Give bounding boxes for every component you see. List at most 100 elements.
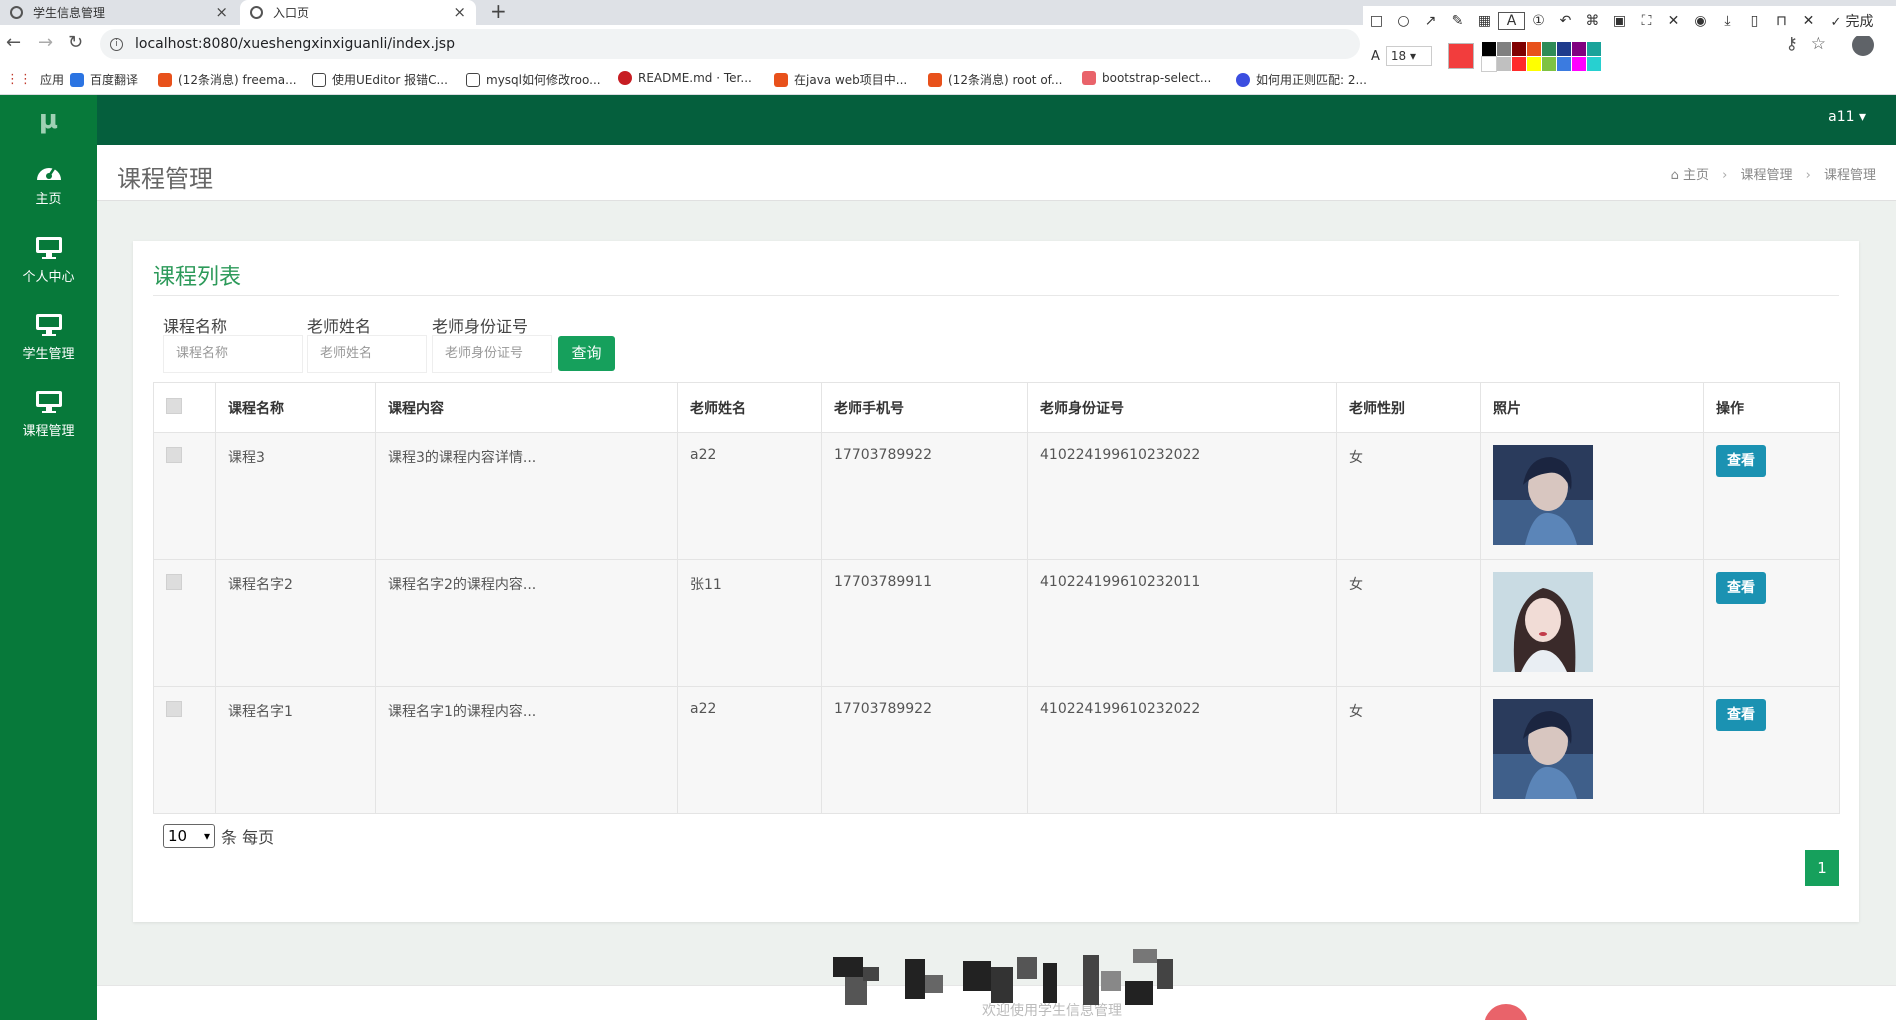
color-swatch[interactable] bbox=[1511, 41, 1526, 56]
column-header: 老师姓名 bbox=[677, 382, 822, 433]
reload-icon[interactable]: ↻ bbox=[68, 32, 83, 53]
record-icon[interactable]: ◉ bbox=[1687, 13, 1714, 29]
close-icon[interactable]: × bbox=[215, 3, 228, 21]
text-tool-icon[interactable]: A bbox=[1498, 12, 1525, 30]
teacher-photo[interactable] bbox=[1493, 572, 1593, 672]
sidebar-item-student-management[interactable]: 学生管理 bbox=[0, 299, 97, 376]
color-swatch[interactable] bbox=[1526, 41, 1541, 56]
teacher-id-input[interactable]: 老师身份证号 bbox=[432, 335, 552, 373]
rectangle-tool-icon[interactable]: □ bbox=[1363, 13, 1390, 29]
teacher-name-input[interactable]: 老师姓名 bbox=[307, 335, 427, 373]
app-logo[interactable]: μ bbox=[0, 95, 97, 145]
teacher-photo[interactable] bbox=[1493, 699, 1593, 799]
close-icon[interactable]: × bbox=[453, 3, 466, 21]
pin-icon[interactable]: ⌘ bbox=[1579, 13, 1606, 29]
color-swatch[interactable] bbox=[1541, 41, 1556, 56]
color-swatch[interactable] bbox=[1541, 56, 1556, 71]
color-swatch[interactable] bbox=[1571, 56, 1586, 71]
color-swatch[interactable] bbox=[1481, 41, 1496, 56]
bookmark-label: 使用UEditor 报错C... bbox=[332, 73, 448, 87]
color-swatch[interactable] bbox=[1496, 41, 1511, 56]
url-field[interactable]: i localhost:8080/xueshengxinxiguanli/ind… bbox=[100, 29, 1360, 59]
ocr-icon[interactable]: ▣ bbox=[1606, 13, 1633, 29]
color-swatch[interactable] bbox=[1526, 56, 1541, 71]
sidebar-item-home[interactable]: 主页 bbox=[0, 145, 97, 222]
query-button[interactable]: 查询 bbox=[558, 336, 615, 371]
undo-icon[interactable]: ↶ bbox=[1552, 13, 1579, 29]
sidebar-item-course-management[interactable]: 课程管理 bbox=[0, 376, 97, 453]
course-name-input[interactable]: 课程名称 bbox=[163, 335, 303, 373]
bookmark-apps[interactable]: ⋮⋮ 应用 bbox=[6, 71, 64, 88]
browser-tab-entry[interactable]: 入口页 × bbox=[240, 0, 476, 25]
snip-text-options: A 18 ▾ bbox=[1363, 40, 1613, 72]
new-tab-button[interactable]: + bbox=[490, 0, 507, 22]
arrow-tool-icon[interactable]: ↗ bbox=[1417, 13, 1444, 29]
gitee-icon bbox=[618, 71, 632, 85]
teacher-photo[interactable] bbox=[1493, 445, 1593, 545]
bookmark-label: 百度翻译 bbox=[90, 73, 139, 87]
color-swatch[interactable] bbox=[1511, 56, 1526, 71]
bookmark-label: 如何用正则匹配: 2... bbox=[1256, 73, 1367, 87]
mosaic-tool-icon[interactable]: ▦ bbox=[1471, 13, 1498, 29]
bookmark-item[interactable]: 百度翻译 bbox=[70, 71, 138, 88]
color-swatch[interactable] bbox=[1586, 41, 1601, 56]
row-checkbox[interactable] bbox=[166, 447, 182, 463]
teacher-gender-cell: 女 bbox=[1336, 432, 1481, 560]
info-icon[interactable]: i bbox=[110, 37, 123, 51]
scroll-capture-icon[interactable]: ⛶ bbox=[1633, 13, 1660, 29]
browser-tab-student-info[interactable]: 学生信息管理 × bbox=[0, 0, 238, 25]
bookmark-item[interactable]: 如何用正则匹配: 2... bbox=[1236, 71, 1367, 88]
bookmark-item[interactable]: (12条消息) freema... bbox=[158, 71, 297, 88]
close-icon[interactable]: ✕ bbox=[1795, 13, 1822, 29]
color-swatch[interactable] bbox=[1496, 56, 1511, 71]
pen-tool-icon[interactable]: ✎ bbox=[1444, 13, 1471, 29]
color-swatch[interactable] bbox=[1556, 56, 1571, 71]
color-swatch[interactable] bbox=[1556, 41, 1571, 56]
number-tool-icon[interactable]: ① bbox=[1525, 13, 1552, 29]
forward-icon[interactable]: → bbox=[38, 32, 53, 53]
breadcrumb-home[interactable]: 主页 bbox=[1683, 168, 1709, 183]
star-icon[interactable]: ☆ bbox=[1811, 34, 1826, 54]
color-swatch[interactable] bbox=[1586, 56, 1601, 71]
filter-label-teacher-id: 老师身份证号 bbox=[432, 317, 529, 336]
color-swatch[interactable] bbox=[1571, 41, 1586, 56]
apps-grid-icon: ⋮⋮ bbox=[6, 72, 32, 87]
done-label: 完成 bbox=[1845, 14, 1874, 30]
bookmark-item[interactable]: 使用UEditor 报错C... bbox=[312, 71, 448, 88]
column-header: 老师身份证号 bbox=[1027, 382, 1337, 433]
row-checkbox[interactable] bbox=[166, 574, 182, 590]
key-icon[interactable]: ⚷ bbox=[1786, 34, 1798, 54]
course-name-cell: 课程3 bbox=[215, 432, 376, 560]
color-swatch[interactable] bbox=[1480, 55, 1497, 72]
done-button[interactable]: ✓ 完成 bbox=[1822, 11, 1882, 31]
font-size-value: 18 bbox=[1390, 49, 1407, 63]
download-icon[interactable]: ⤓ bbox=[1714, 13, 1741, 29]
url-text: localhost:8080/xueshengxinxiguanli/index… bbox=[135, 36, 455, 52]
tab-title: 入口页 bbox=[273, 6, 310, 20]
ellipse-tool-icon[interactable]: ○ bbox=[1390, 13, 1417, 29]
bookmark-item[interactable]: bootstrap-select... bbox=[1082, 71, 1211, 85]
view-button[interactable]: 查看 bbox=[1716, 445, 1766, 477]
breadcrumb-item[interactable]: 课程管理 bbox=[1740, 168, 1792, 183]
bookmark-item[interactable]: (12条消息) root of... bbox=[928, 71, 1062, 88]
profile-avatar[interactable] bbox=[1852, 34, 1874, 56]
row-checkbox[interactable] bbox=[166, 701, 182, 717]
pagination-page-1[interactable]: 1 bbox=[1805, 850, 1839, 886]
back-icon[interactable]: ← bbox=[6, 32, 21, 53]
font-size-select[interactable]: 18 ▾ bbox=[1385, 46, 1432, 66]
bookmark-icon[interactable]: ⊓ bbox=[1768, 13, 1795, 29]
bookmark-item[interactable]: mysql如何修改roo... bbox=[466, 71, 601, 88]
copy-icon[interactable]: ▯ bbox=[1741, 13, 1768, 29]
current-color-swatch[interactable] bbox=[1447, 43, 1474, 69]
sidebar-item-personal-center[interactable]: 个人中心 bbox=[0, 222, 97, 299]
breadcrumb-separator: › bbox=[1722, 168, 1728, 183]
bookmark-item[interactable]: 在java web项目中... bbox=[774, 71, 907, 88]
view-button[interactable]: 查看 bbox=[1716, 572, 1766, 604]
view-button[interactable]: 查看 bbox=[1716, 699, 1766, 731]
user-menu[interactable]: a11 ▾ bbox=[1828, 109, 1866, 125]
course-name-cell: 课程名字1 bbox=[215, 686, 376, 814]
select-all-checkbox[interactable] bbox=[166, 397, 182, 414]
bookmark-item[interactable]: README.md · Ter... bbox=[618, 71, 752, 85]
translate-icon[interactable]: ✕ bbox=[1660, 13, 1687, 29]
page-size-select[interactable]: 10 bbox=[163, 824, 215, 848]
